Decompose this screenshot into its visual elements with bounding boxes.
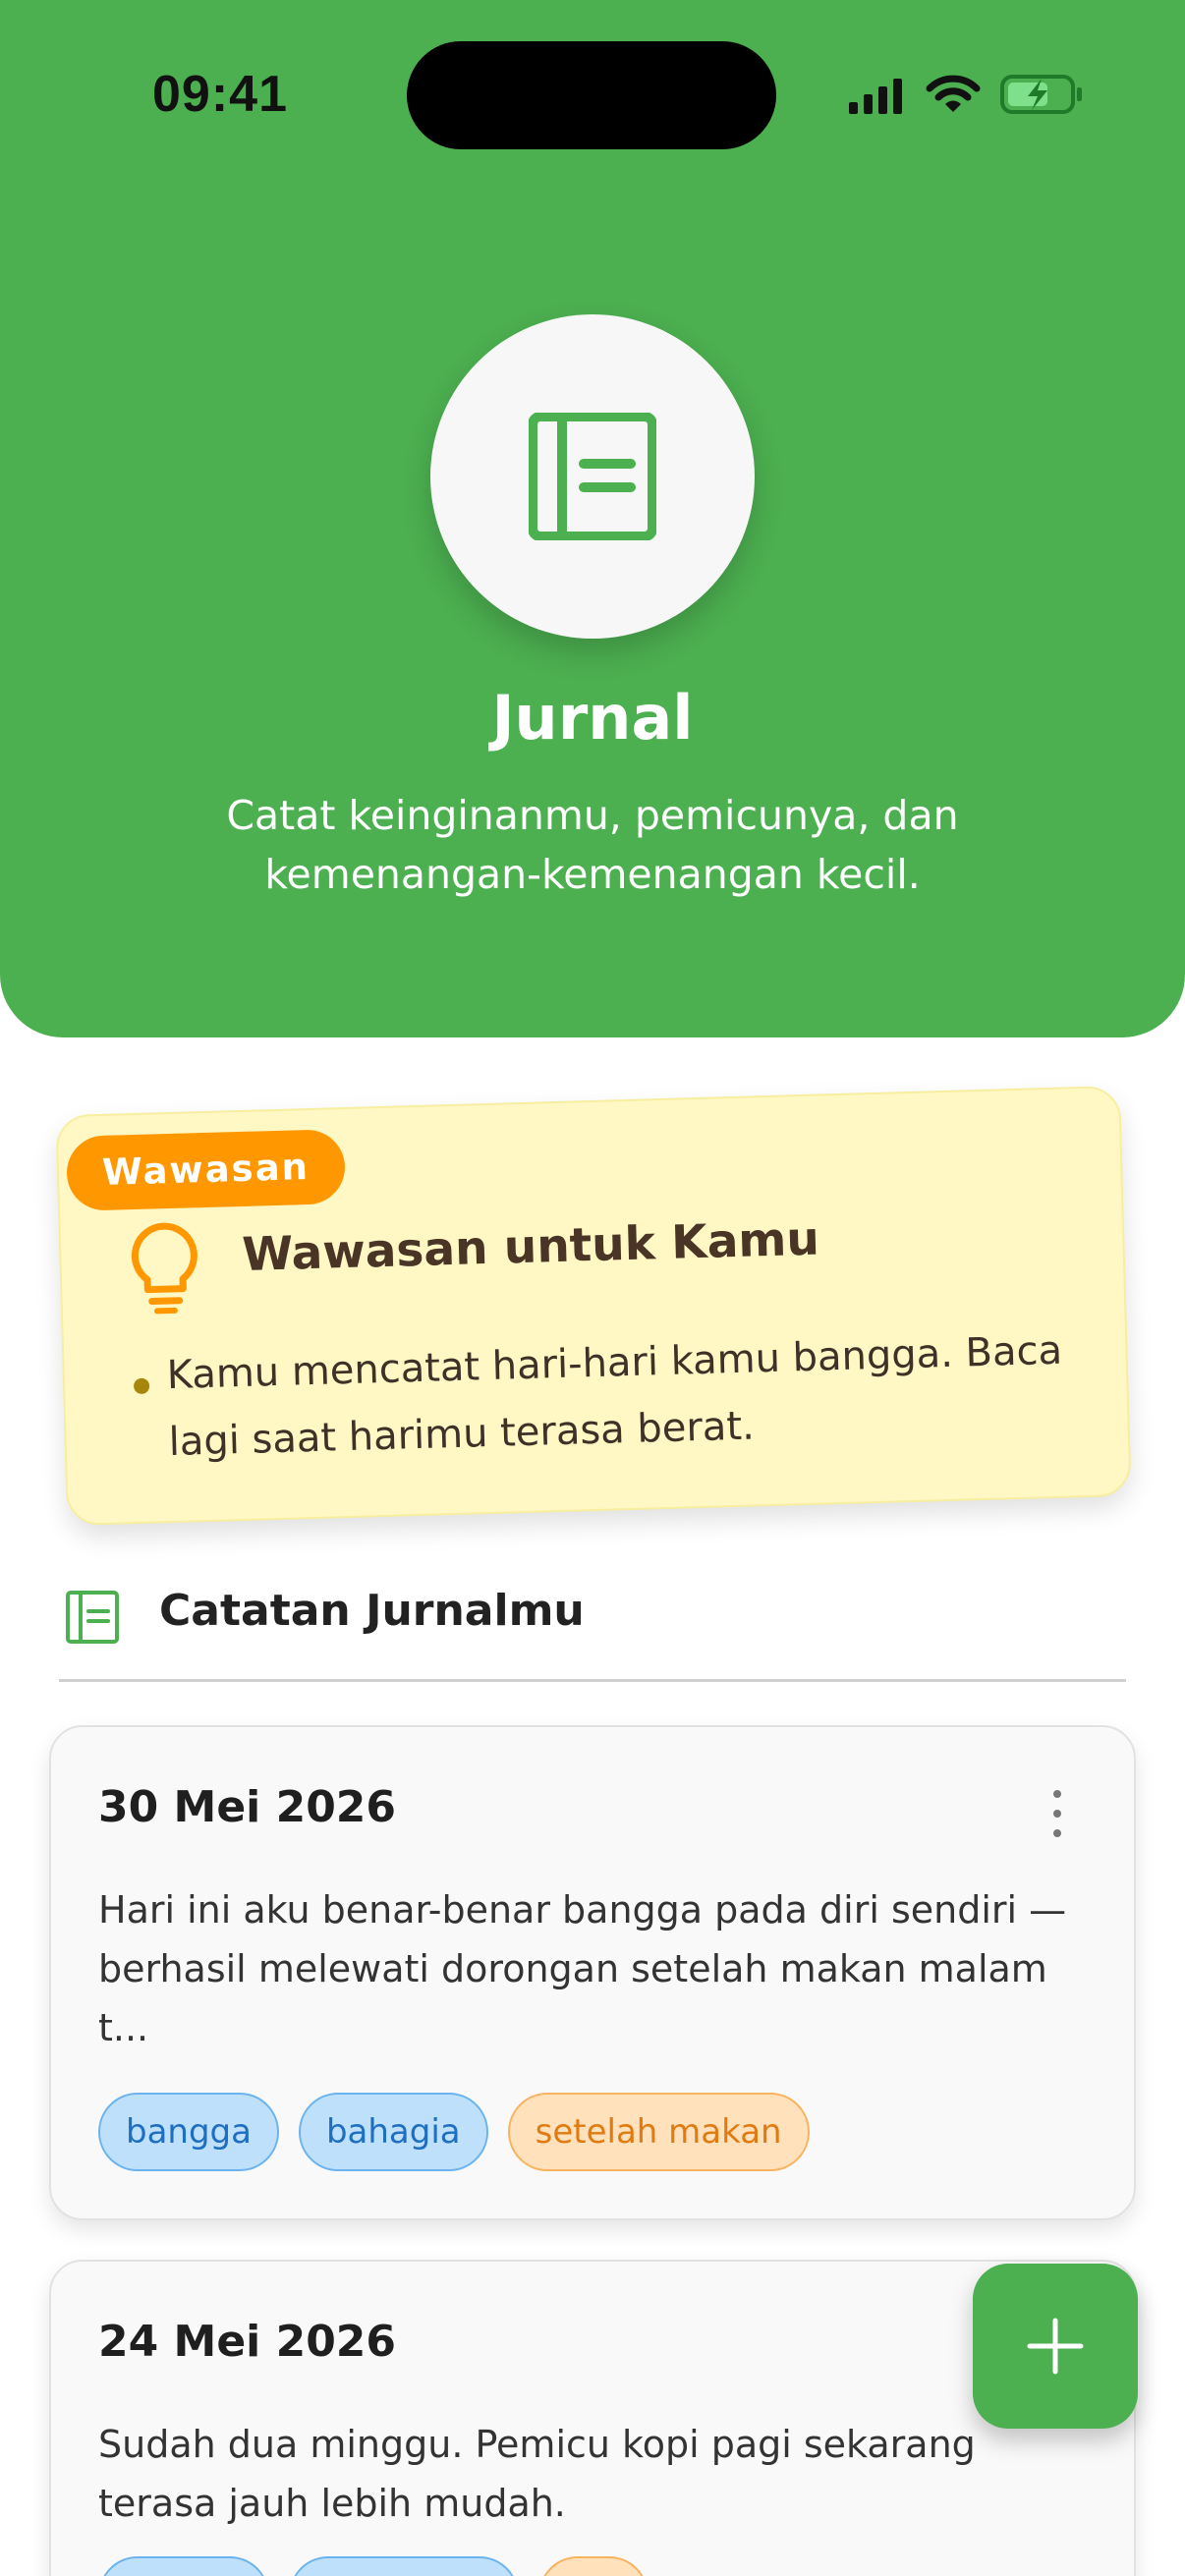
- plus-icon: [1027, 2318, 1084, 2375]
- entry-date: 24 Mei 2026: [98, 2317, 397, 2367]
- header: 09:41 Jurnal Catat keinginanmu, pemicuny…: [0, 0, 1185, 1037]
- lightbulb-icon: [131, 1222, 198, 1315]
- battery-charging-icon: [1000, 75, 1082, 114]
- trigger-tag: setelah makan: [507, 2093, 810, 2171]
- section-title: Catatan Jurnalmu: [159, 1586, 585, 1636]
- insight-card: Wawasan Wawasan untuk Kamu Kamu mencatat…: [55, 1085, 1132, 1527]
- bullet-dot: [133, 1377, 150, 1395]
- entry-tags: bangga bahagia setelah makan: [98, 2093, 810, 2171]
- journal-icon: [529, 413, 656, 540]
- mood-tag: bahagia: [298, 2093, 488, 2171]
- entry-date: 30 Mei 2026: [98, 1782, 397, 1832]
- add-entry-button[interactable]: [973, 2264, 1138, 2429]
- page-title: Jurnal: [491, 682, 694, 754]
- entry-text: Hari ini aku benar-benar bangga pada dir…: [98, 1888, 1067, 2049]
- journal-screen: 09:41 Jurnal Catat keinginanmu, pemicuny…: [0, 0, 1185, 2576]
- more-vertical-icon[interactable]: [1045, 1790, 1069, 1849]
- page-subtitle: Catat keinginanmu, pemicunya, dan kemena…: [226, 792, 959, 898]
- section-divider: [59, 1679, 1126, 1682]
- app-icon-circle: [430, 314, 755, 639]
- insight-title: Wawasan untuk Kamu: [241, 1211, 820, 1282]
- signal-icon: [849, 79, 902, 114]
- wifi-icon: [926, 75, 981, 112]
- insight-badge: Wawasan: [65, 1129, 346, 1211]
- entry-tags: [98, 2556, 649, 2576]
- mood-tag: bangga: [98, 2093, 279, 2171]
- insight-point: Kamu mencatat hari-hari kamu bangga. Bac…: [166, 1327, 1063, 1466]
- dynamic-island: [407, 41, 776, 149]
- status-time: 09:41: [152, 66, 288, 123]
- journal-icon: [66, 1591, 119, 1644]
- entry-text: Sudah dua minggu. Pemicu kopi pagi sekar…: [98, 2423, 976, 2525]
- journal-entry-card[interactable]: 30 Mei 2026 Hari ini aku benar-benar ban…: [49, 1725, 1136, 2220]
- mood-tag-partial: [98, 2556, 269, 2576]
- mood-tag-partial: [289, 2556, 519, 2576]
- trigger-tag-partial: [538, 2556, 649, 2576]
